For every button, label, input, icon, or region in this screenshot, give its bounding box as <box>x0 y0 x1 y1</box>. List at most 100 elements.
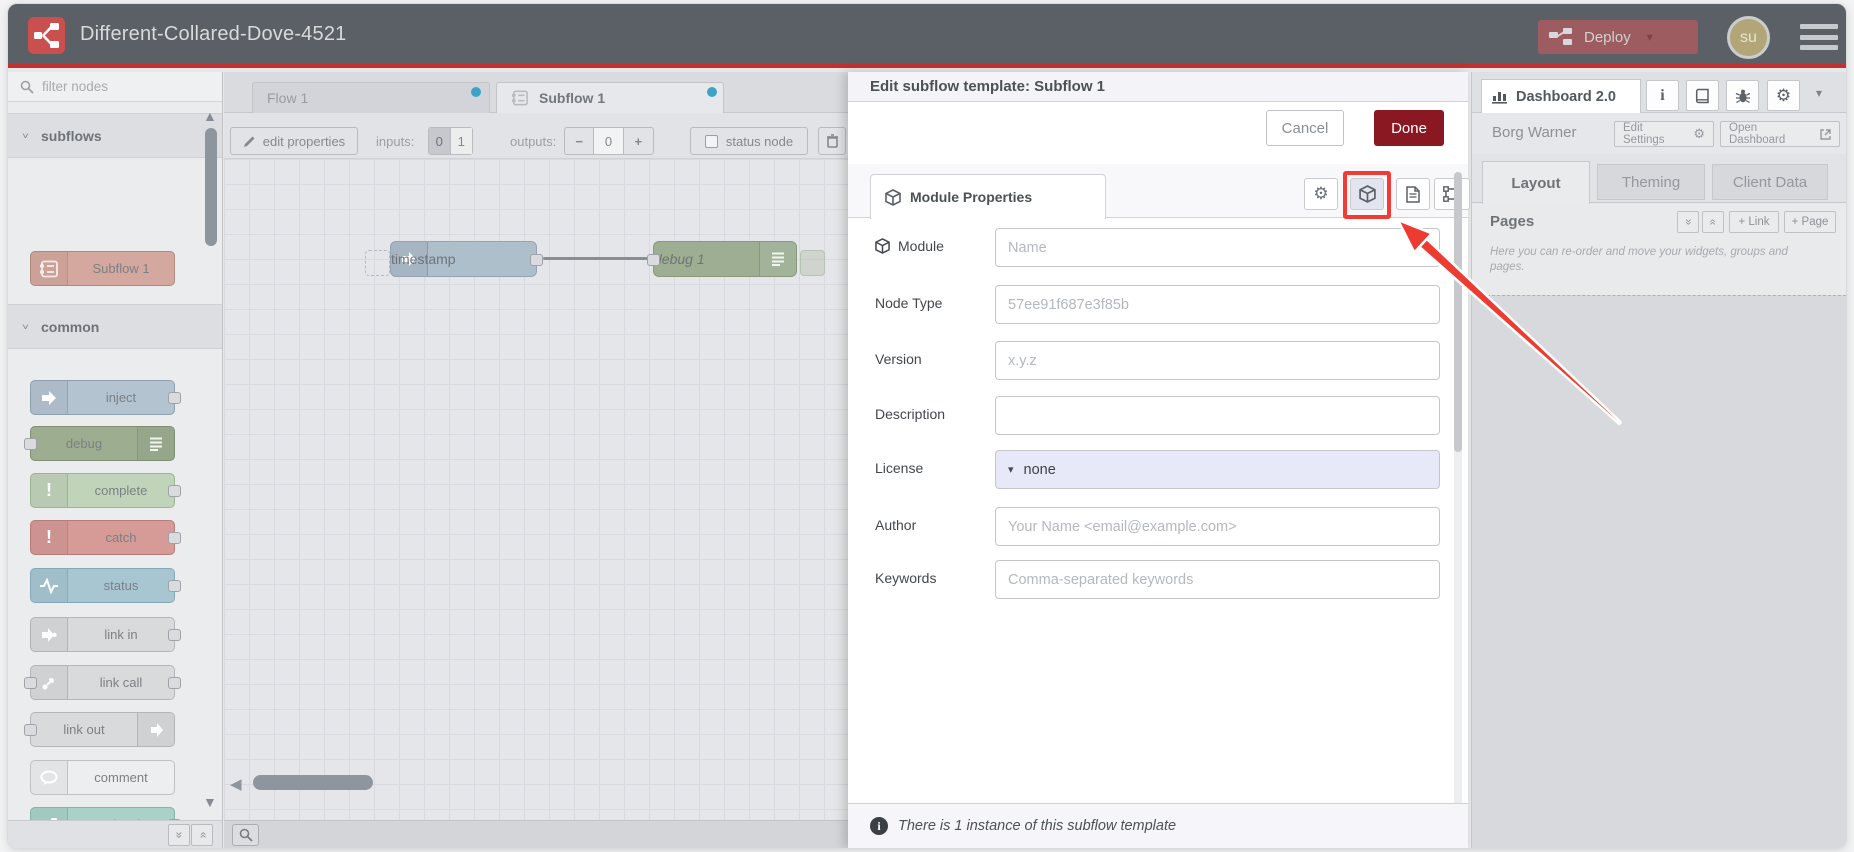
cancel-button[interactable]: Cancel <box>1266 110 1344 146</box>
tab-dashboard-2[interactable]: Dashboard 2.0 <box>1481 79 1641 113</box>
license-select[interactable]: ▾ none <box>995 450 1440 489</box>
palette-node-subflow-1[interactable]: Subflow 1 <box>30 251 175 286</box>
outputs-minus-button[interactable]: − <box>565 128 595 154</box>
node-red-logo-icon <box>28 17 65 54</box>
info-icon: i <box>1660 86 1665 104</box>
move-down-button[interactable]: » <box>1702 211 1724 233</box>
main-menu-icon[interactable] <box>1800 24 1838 50</box>
sidebar-more-caret-icon[interactable]: ▾ <box>1816 86 1822 100</box>
tray-scrollbar-thumb[interactable] <box>1454 172 1462 452</box>
dashboard-section-tabs: Layout Theming Client Data <box>1472 154 1846 204</box>
outputs-plus-button[interactable]: + <box>624 128 653 154</box>
palette-filter-placeholder: filter nodes <box>42 79 109 94</box>
subflow-input-stub[interactable] <box>365 250 390 276</box>
tab-layout[interactable]: Layout <box>1482 161 1590 204</box>
config-tab-button[interactable]: ⚙ <box>1767 80 1800 111</box>
author-input[interactable] <box>995 507 1440 546</box>
appearance-tab-button[interactable] <box>1434 178 1470 210</box>
palette-scroll-up-icon[interactable]: ▲ <box>203 108 217 124</box>
palette-node-link-call[interactable]: link call <box>24 665 181 700</box>
palette-node-comment[interactable]: comment <box>30 760 175 795</box>
flow-node-debug-1[interactable]: debug 1 <box>647 241 797 277</box>
module-input[interactable] <box>995 228 1440 267</box>
description-input[interactable] <box>995 396 1440 435</box>
done-button[interactable]: Done <box>1374 110 1444 146</box>
workspace-tab-bar: Flow 1 Subflow 1 <box>224 72 848 113</box>
delete-subflow-button[interactable] <box>818 127 846 155</box>
palette-category-subflows[interactable]: ˅ subflows <box>8 113 222 158</box>
node-port <box>168 629 181 641</box>
canvas-scroll-left-icon[interactable]: ◀ <box>230 775 242 793</box>
keywords-row: Keywords <box>848 560 1468 599</box>
canvas-hscrollbar[interactable] <box>253 775 373 790</box>
inputs-0-option[interactable]: 0 <box>429 128 451 154</box>
palette-node-complete[interactable]: ! complete <box>30 473 181 508</box>
status-pulse-icon <box>31 569 68 602</box>
subflow-output-stub[interactable] <box>800 250 825 276</box>
flow-changed-dot <box>471 87 481 97</box>
inputs-toggle[interactable]: 0 1 <box>428 127 473 155</box>
palette-node-link-in[interactable]: link in <box>30 617 181 652</box>
gear-icon: ⚙ <box>1693 126 1705 141</box>
instance-count-text: There is 1 instance of this subflow temp… <box>898 818 1177 834</box>
flow-workspace[interactable]: Flow 1 Subflow 1 edit properties inputs: <box>224 72 848 848</box>
palette-filter-input[interactable]: filter nodes <box>8 72 222 102</box>
description-tab-button[interactable] <box>1396 178 1430 210</box>
user-avatar[interactable]: su <box>1727 16 1770 59</box>
add-page-button[interactable]: + Page <box>1784 211 1836 233</box>
properties-tab-gear-button[interactable]: ⚙ <box>1304 178 1338 210</box>
flow-canvas-grid[interactable]: timestamp debug 1 <box>224 159 848 820</box>
tab-module-properties[interactable]: Module Properties <box>870 174 1106 219</box>
tab-client-data[interactable]: Client Data <box>1712 164 1828 200</box>
wire[interactable] <box>543 257 649 260</box>
open-dashboard-button[interactable]: Open Dashboard <box>1720 121 1840 147</box>
version-input[interactable] <box>995 341 1440 380</box>
chart-bars-icon <box>1492 89 1508 104</box>
deploy-caret-icon[interactable]: ▾ <box>1647 30 1653 44</box>
tray-scrollbar-track[interactable] <box>1454 172 1462 812</box>
palette-node-status[interactable]: status <box>30 568 181 603</box>
palette-node-inject[interactable]: inject <box>30 380 181 415</box>
flow-node-timestamp[interactable]: timestamp <box>390 241 543 277</box>
tray-toolbar: Cancel Done <box>848 102 1468 164</box>
tab-subflow-1[interactable]: Subflow 1 <box>496 82 724 113</box>
node-output-port[interactable] <box>530 254 543 266</box>
move-up-button[interactable]: » <box>1677 211 1699 233</box>
edit-settings-button[interactable]: Edit Settings ⚙ <box>1614 121 1714 147</box>
tab-flow-1[interactable]: Flow 1 <box>252 82 490 113</box>
page-title: Different-Collared-Dove-4521 <box>80 23 347 45</box>
header-bar: Different-Collared-Dove-4521 Deploy ▾ su <box>8 4 1846 68</box>
debug-tab-button[interactable] <box>1726 80 1759 111</box>
palette-node-link-out[interactable]: link out <box>24 712 175 747</box>
palette-expand-all-button[interactable]: » <box>191 824 213 846</box>
inputs-1-option[interactable]: 1 <box>450 128 472 154</box>
pencil-icon <box>243 135 256 148</box>
dashboard-settings-row: Borg Warner Edit Settings ⚙ Open Dashboa… <box>1472 113 1846 154</box>
node-type-input[interactable] <box>995 285 1440 324</box>
deploy-button-label: Deploy <box>1584 28 1631 46</box>
palette-scrollbar[interactable] <box>205 128 217 246</box>
deploy-button[interactable]: Deploy ▾ <box>1538 20 1698 54</box>
edit-properties-button[interactable]: edit properties <box>230 127 358 155</box>
keywords-input[interactable] <box>995 560 1440 599</box>
status-node-checkbox[interactable]: status node <box>690 127 808 155</box>
node-port <box>168 485 181 497</box>
tab-theming[interactable]: Theming <box>1597 164 1705 200</box>
add-link-button[interactable]: + Link <box>1729 211 1779 233</box>
bug-icon <box>1735 88 1751 104</box>
node-input-port[interactable] <box>647 254 660 266</box>
link-in-icon <box>31 618 68 651</box>
node-port <box>168 392 181 404</box>
file-icon <box>1406 185 1420 203</box>
canvas-search-button[interactable] <box>232 824 259 846</box>
right-sidebar: Dashboard 2.0 i ⚙ ▾ Borg Warner Edit Set… <box>1471 72 1846 848</box>
palette-collapse-all-button[interactable]: » <box>168 824 190 846</box>
help-tab-button[interactable] <box>1686 80 1719 111</box>
info-tab-button[interactable]: i <box>1646 80 1679 111</box>
palette-node-catch[interactable]: ! catch <box>30 520 181 555</box>
license-label: License <box>875 460 924 476</box>
palette-scroll-down-icon[interactable]: ▼ <box>203 794 217 810</box>
palette-category-common[interactable]: ˅ common <box>8 304 222 349</box>
palette-node-debug[interactable]: debug <box>24 426 175 461</box>
pages-header-row: Pages » » + Link + Page <box>1472 203 1846 245</box>
